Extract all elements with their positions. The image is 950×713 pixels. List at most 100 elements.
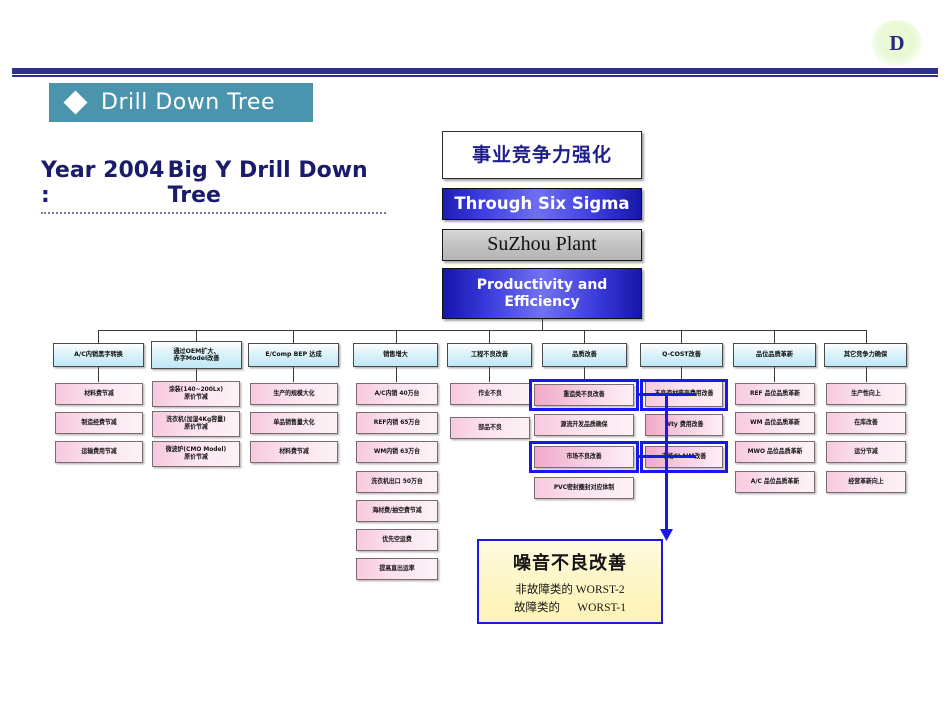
leaf-box[interactable]: 提高直出运率 xyxy=(356,558,438,580)
year-label: Year 2004 : xyxy=(41,158,165,208)
drop-stub-8 xyxy=(774,330,775,343)
drop-stub-5 xyxy=(489,330,490,343)
leaf-label: 在库改善 xyxy=(854,419,878,426)
leaf-box[interactable]: WM 品位品质革新 xyxy=(735,412,815,434)
category-header-5[interactable]: 工程不良改善 xyxy=(447,343,532,367)
category-header-9[interactable]: 其它竞争力确保 xyxy=(824,343,907,367)
leaf-label: WM内销 63万台 xyxy=(373,448,421,455)
leaf-label: 生产性向上 xyxy=(851,390,881,397)
leaf-box[interactable]: Wty 费用改善 xyxy=(645,414,723,436)
leaf-stub-8 xyxy=(774,366,775,382)
category-header-7-label: Q-COST改善 xyxy=(662,351,701,359)
drop-stub-1 xyxy=(98,330,99,343)
top-box-productivity-label: Productivity and Efficiency xyxy=(476,276,608,310)
category-header-1[interactable]: A/C内销黑字转换 xyxy=(53,343,144,367)
leaf-box[interactable]: 源流开发品质确保 xyxy=(534,414,634,436)
leaf-box[interactable]: 在库改善 xyxy=(826,412,906,434)
drop-stub-7 xyxy=(681,330,682,343)
leaf-stub-4 xyxy=(396,366,397,382)
diamond-bullet-icon xyxy=(63,90,88,115)
leaf-label: 运输费用节减 xyxy=(81,448,117,455)
leaf-box[interactable]: 材料费节减 xyxy=(250,441,338,463)
top-box-six-sigma-label: Through Six Sigma xyxy=(454,194,630,214)
leaf-label: 洗衣机出口 50万台 xyxy=(371,478,423,485)
leaf-box[interactable]: 优先空运费 xyxy=(356,529,438,551)
top-box-productivity: Productivity and Efficiency xyxy=(442,268,642,319)
leaf-box[interactable]: 微波炉(CMO Model) 原价节减 xyxy=(152,441,240,467)
leaf-label: A/C内销 40万台 xyxy=(374,390,420,397)
leaf-label: MWO 品位品质革新 xyxy=(747,448,803,455)
top-box-vision-label: 事业竞争力强化 xyxy=(471,143,612,166)
leaf-box[interactable]: 运分节减 xyxy=(826,441,906,463)
drop-stub-4 xyxy=(396,330,397,343)
leaf-box[interactable]: 涂装(140~200Lx) 原价节减 xyxy=(152,381,240,407)
top-box-six-sigma: Through Six Sigma xyxy=(442,188,642,220)
category-header-2-label: 通过OEM扩大、 赤字Model改善 xyxy=(173,347,220,363)
slide-title-chip: Drill Down Tree xyxy=(49,83,313,122)
category-header-8[interactable]: 品位品质革新 xyxy=(733,343,816,367)
category-header-3-label: E/Comp BEP 达成 xyxy=(265,351,322,359)
leaf-label: 部品不良 xyxy=(478,424,502,431)
drop-stub-9 xyxy=(866,330,867,343)
leaf-label: 材料费节减 xyxy=(84,390,114,397)
leaf-label: 提高直出运率 xyxy=(379,565,415,572)
slide-canvas: D Drill Down Tree Year 2004 : Big Y Dril… xyxy=(0,0,950,713)
leaf-box[interactable]: 部品不良 xyxy=(450,417,530,439)
category-header-6[interactable]: 品质改善 xyxy=(542,343,627,367)
leaf-box[interactable]: 作业不良 xyxy=(450,383,530,405)
leaf-label: 单品销售量大化 xyxy=(273,419,315,426)
brand-logo-badge: D xyxy=(872,20,922,66)
callout-line-1: 非故障类的 WORST-2 xyxy=(515,583,625,596)
leaf-box[interactable]: A/C内销 40万台 xyxy=(356,383,438,405)
leaf-box[interactable]: 材料费节减 xyxy=(55,383,143,405)
leaf-box[interactable]: 经营革新向上 xyxy=(826,471,906,493)
category-header-4[interactable]: 销售增大 xyxy=(353,343,438,367)
category-header-5-label: 工程不良改善 xyxy=(470,351,509,359)
leaf-stub-9 xyxy=(866,366,867,382)
category-header-3[interactable]: E/Comp BEP 达成 xyxy=(248,343,339,367)
leaf-label: REF内销 65万台 xyxy=(373,419,421,426)
leaf-label: A/C 品位品质革新 xyxy=(750,478,800,485)
header-rule xyxy=(12,68,938,74)
category-header-7[interactable]: Q-COST改善 xyxy=(640,343,723,367)
callout-box-noise-defect[interactable]: 噪音不良改善 非故障类的 WORST-2 故障类的 WORST-1 xyxy=(477,539,663,624)
leaf-box[interactable]: 洗衣机出口 50万台 xyxy=(356,471,438,493)
highlight-frame-quality-1 xyxy=(529,379,639,411)
leaf-stub-1 xyxy=(98,366,99,382)
leaf-label: 作业不良 xyxy=(478,390,502,397)
leaf-label: 经营革新向上 xyxy=(848,478,884,485)
drop-stub-3 xyxy=(293,330,294,343)
callout-arrow-shaft xyxy=(665,393,668,533)
leaf-box[interactable]: MWO 品位品质革新 xyxy=(735,441,815,463)
leaf-box[interactable]: PVC密封圈封对应体制 xyxy=(534,477,634,499)
leaf-box[interactable]: 生产的规模大化 xyxy=(250,383,338,405)
leaf-box[interactable]: 单品销售量大化 xyxy=(250,412,338,434)
leaf-box[interactable]: 洗衣机(加湿4Kg容量) 原价节减 xyxy=(152,411,240,437)
header-rule-thin xyxy=(12,75,938,77)
leaf-label: 海材费/抽空费节减 xyxy=(372,507,422,514)
leaf-label: Wty 费用改善 xyxy=(664,421,704,428)
category-header-2[interactable]: 通过OEM扩大、 赤字Model改善 xyxy=(151,341,242,369)
leaf-label: REF 品位品质革新 xyxy=(750,390,800,397)
leaf-box[interactable]: 生产性向上 xyxy=(826,383,906,405)
drop-stub-6 xyxy=(584,330,585,343)
category-header-6-label: 品质改善 xyxy=(572,351,597,359)
leaf-label: 洗衣机(加湿4Kg容量) 原价节减 xyxy=(166,416,226,431)
leaf-label: WM 品位品质革新 xyxy=(750,419,800,426)
top-box-plant: SuZhou Plant xyxy=(442,229,642,261)
brand-logo-letter: D xyxy=(889,30,905,55)
leaf-label: 运分节减 xyxy=(854,448,878,455)
leaf-box[interactable]: REF内销 65万台 xyxy=(356,412,438,434)
trunk-connector xyxy=(542,319,543,330)
leaf-box[interactable]: A/C 品位品质革新 xyxy=(735,471,815,493)
slide-title-text: Drill Down Tree xyxy=(101,90,275,115)
leaf-label: 制造经费节减 xyxy=(81,419,117,426)
callout-line-2: 故障类的 WORST-1 xyxy=(513,601,627,614)
leaf-box[interactable]: 海材费/抽空费节减 xyxy=(356,500,438,522)
leaf-box[interactable]: WM内销 63万台 xyxy=(356,441,438,463)
leaf-box[interactable]: 制造经费节减 xyxy=(55,412,143,434)
leaf-label: 源流开发品质确保 xyxy=(560,421,608,428)
leaf-box[interactable]: 运输费用节减 xyxy=(55,441,143,463)
leaf-box[interactable]: REF 品位品质革新 xyxy=(735,383,815,405)
category-header-4-label: 销售增大 xyxy=(383,351,408,359)
